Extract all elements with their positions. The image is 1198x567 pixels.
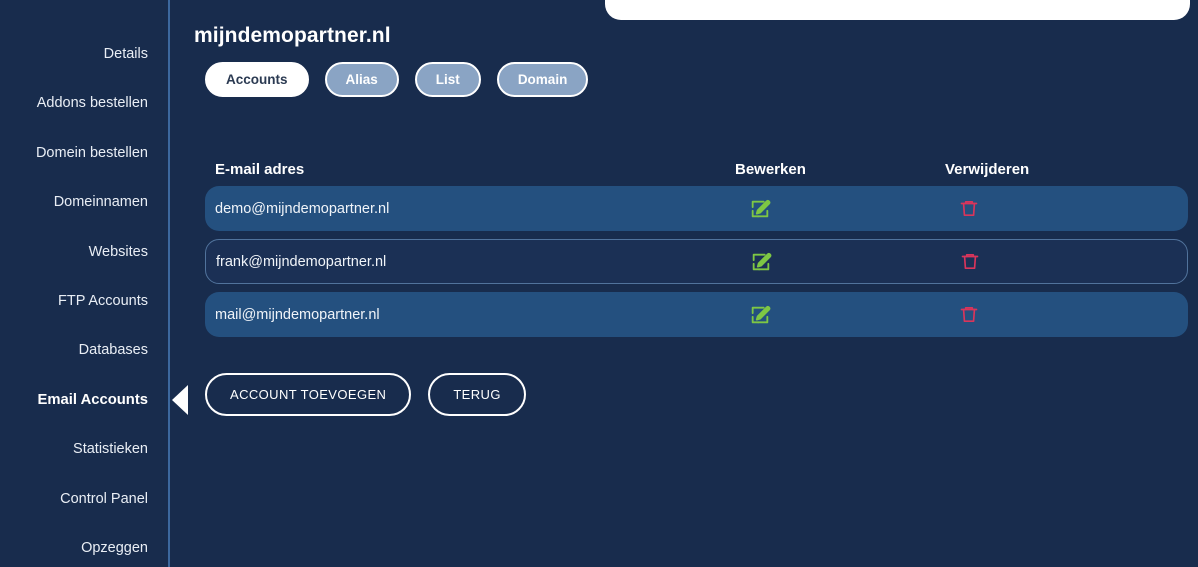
table-header-row: E-mail adres Bewerken Verwijderen: [205, 152, 1188, 186]
sidebar-item-statistieken[interactable]: Statistieken: [0, 425, 168, 474]
sidebar-item-label: Addons bestellen: [36, 95, 148, 112]
tab-alias[interactable]: Alias: [324, 62, 399, 97]
edit-cell: [735, 304, 945, 326]
tab-label: List: [435, 72, 460, 87]
sidebar-item-label: FTP Accounts: [58, 292, 148, 309]
sidebar-item-control-panel[interactable]: Control Panel: [0, 475, 168, 524]
trash-icon[interactable]: [960, 251, 982, 273]
table-row[interactable]: demo@mijndemopartner.nl: [205, 186, 1188, 231]
table-row[interactable]: mail@mijndemopartner.nl: [205, 292, 1188, 337]
sidebar-item-databases[interactable]: Databases: [0, 326, 168, 375]
sidebar-item-label: Websites: [88, 243, 148, 260]
tab-domain[interactable]: Domain: [496, 62, 589, 97]
edit-cell: [735, 198, 945, 220]
tab-label: Alias: [345, 72, 378, 87]
delete-cell: [946, 251, 1186, 273]
sidebar-item-domein-bestellen[interactable]: Domein bestellen: [0, 129, 168, 178]
tab-accounts[interactable]: Accounts: [205, 62, 309, 97]
sidebar-item-opzeggen[interactable]: Opzeggen: [0, 524, 168, 567]
sidebar-item-label: Details: [103, 46, 148, 62]
sidebar-item-email-accounts[interactable]: Email Accounts: [0, 376, 188, 425]
main-content: mijndemopartner.nl Accounts Alias List D…: [194, 0, 1198, 567]
tab-bar: Accounts Alias List Domain: [205, 62, 589, 97]
back-button[interactable]: TERUG: [428, 373, 526, 416]
tab-list[interactable]: List: [414, 62, 481, 97]
sidebar-item-addons-bestellen[interactable]: Addons bestellen: [0, 79, 168, 128]
edit-cell: [736, 251, 946, 273]
sidebar-item-domeinnamen[interactable]: Domeinnamen: [0, 178, 168, 227]
sidebar-item-label: Databases: [78, 342, 148, 359]
sidebar-item-ftp-accounts[interactable]: FTP Accounts: [0, 277, 168, 326]
email-address-cell: frank@mijndemopartner.nl: [216, 253, 387, 270]
delete-cell: [945, 304, 1185, 326]
sidebar-item-label: Domein bestellen: [35, 144, 148, 161]
add-account-button[interactable]: ACCOUNT TOEVOEGEN: [205, 373, 412, 416]
tab-label: Domain: [517, 72, 568, 87]
column-header-delete: Verwijderen: [945, 160, 1030, 178]
sidebar-item-label: Email Accounts: [37, 391, 148, 408]
delete-cell: [945, 198, 1185, 220]
action-bar: ACCOUNT TOEVOEGEN TERUG: [205, 373, 526, 416]
page-title: mijndemopartner.nl: [194, 24, 391, 47]
table-row[interactable]: frank@mijndemopartner.nl: [205, 239, 1188, 284]
trash-icon[interactable]: [959, 198, 981, 220]
sidebar-item-websites[interactable]: Websites: [0, 228, 168, 277]
tab-label: Accounts: [226, 72, 288, 87]
email-accounts-table: E-mail adres Bewerken Verwijderen demo@m…: [205, 152, 1188, 345]
email-address-cell: mail@mijndemopartner.nl: [215, 306, 380, 323]
sidebar-item-label: Statistieken: [73, 441, 148, 458]
sidebar: Details Addons bestellen Domein bestelle…: [0, 0, 188, 567]
email-address-cell: demo@mijndemopartner.nl: [215, 200, 390, 217]
column-header-edit: Bewerken: [735, 160, 806, 178]
sidebar-item-label: Opzeggen: [81, 539, 148, 556]
sidebar-item-label: Control Panel: [60, 490, 148, 507]
sidebar-item-details[interactable]: Details: [0, 30, 168, 79]
column-header-email: E-mail adres: [215, 160, 305, 178]
sidebar-divider: [168, 0, 170, 567]
active-pointer-icon: [172, 385, 188, 416]
edit-square-icon[interactable]: [749, 304, 771, 326]
edit-square-icon[interactable]: [750, 251, 772, 273]
sidebar-item-label: Domeinnamen: [53, 194, 148, 211]
trash-icon[interactable]: [959, 304, 981, 326]
edit-square-icon[interactable]: [749, 198, 771, 220]
